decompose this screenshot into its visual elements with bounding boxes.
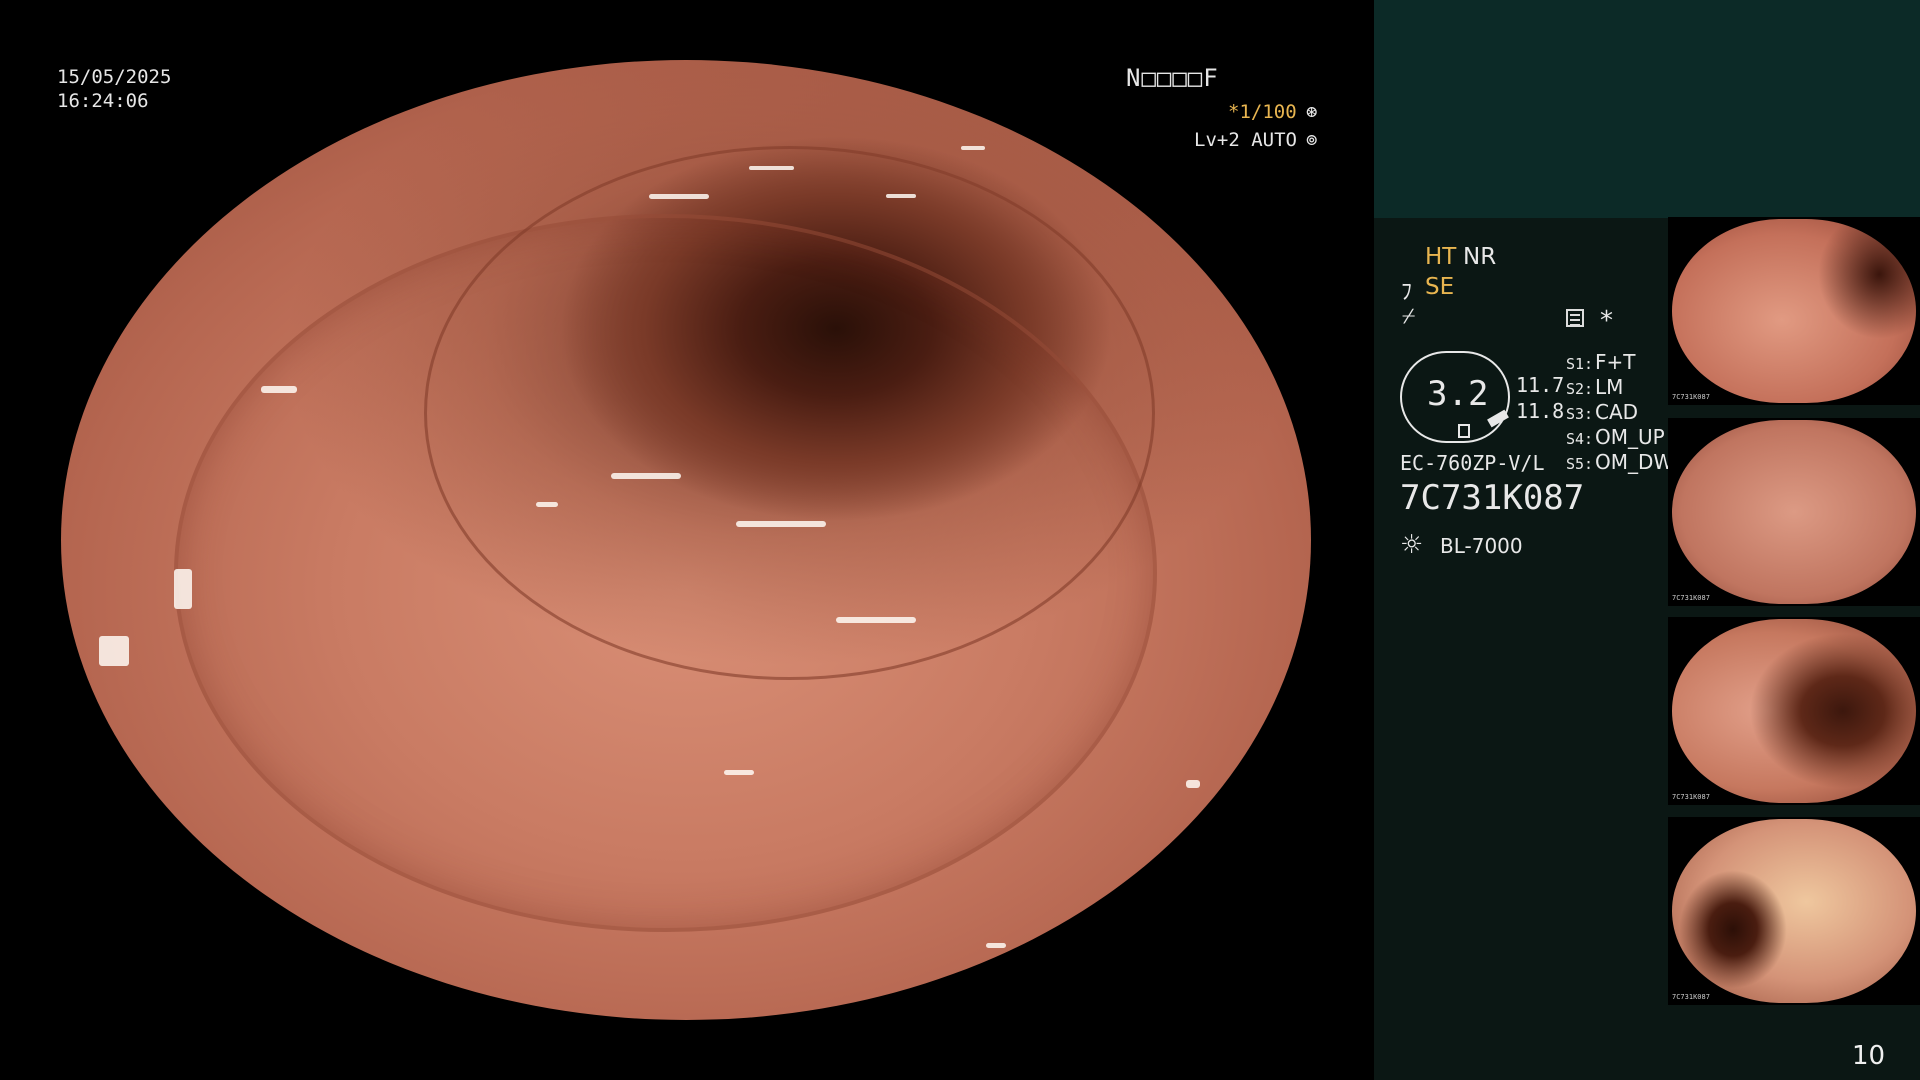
zoom-box-icon xyxy=(1458,424,1470,438)
iris-icon: ⊚ xyxy=(1306,129,1318,151)
shutter-icon: ⊛ xyxy=(1306,101,1318,123)
thumbnail-3[interactable]: 7C731K087 xyxy=(1668,617,1920,805)
setting-value-2: LM xyxy=(1595,375,1624,399)
endoscope-view xyxy=(61,60,1311,1020)
light-source: BL-7000 xyxy=(1440,534,1523,558)
setting-key-5: S5: xyxy=(1566,455,1594,473)
scope-model: EC-760ZP-V/L xyxy=(1400,451,1545,475)
measure-value-2: 11.8 xyxy=(1516,399,1565,423)
setting-value-1: F+T xyxy=(1595,350,1636,374)
freeze-icon: ⌿ xyxy=(1402,304,1416,329)
thumbnail-label: 7C731K087 xyxy=(1672,993,1710,1001)
structure-enhance-icon: ﾌ xyxy=(1401,280,1413,305)
thumbnail-label: 7C731K087 xyxy=(1672,393,1710,401)
mode-code: N□□□□F xyxy=(1126,64,1219,92)
setting-key-4: S4: xyxy=(1566,430,1594,448)
ht-indicator: HT xyxy=(1425,244,1457,270)
setting-key-2: S2: xyxy=(1566,380,1594,398)
menu-icon xyxy=(1566,309,1584,327)
thumbnail-1[interactable]: 7C731K087 xyxy=(1668,217,1920,405)
setting-value-3: CAD xyxy=(1595,400,1639,424)
setting-value-5: OM_DW xyxy=(1595,450,1674,474)
date-readout: 15/05/2025 xyxy=(57,66,172,88)
thumbnail-image xyxy=(1672,420,1916,604)
thumbnail-2[interactable]: 7C731K087 xyxy=(1668,418,1920,606)
time-readout: 16:24:06 xyxy=(57,90,149,112)
panel-header-area xyxy=(1374,0,1920,218)
thumbnail-image xyxy=(1672,219,1916,403)
thumbnail-label: 7C731K087 xyxy=(1672,793,1710,801)
light-source-icon: ☼ xyxy=(1400,530,1424,560)
star-icon: * xyxy=(1600,306,1613,336)
shutter-speed: *1/100 xyxy=(1228,101,1297,123)
measure-value-1: 11.7 xyxy=(1516,373,1565,397)
scope-serial: 7C731K087 xyxy=(1400,478,1585,518)
colon-lumen-image xyxy=(61,60,1311,1020)
se-indicator: SE xyxy=(1425,274,1455,300)
nr-indicator: NR xyxy=(1463,244,1497,270)
thumbnail-label: 7C731K087 xyxy=(1672,594,1710,602)
thumbnail-image xyxy=(1672,619,1916,803)
zoom-value: 3.2 xyxy=(1427,374,1489,414)
brightness-level: Lv+2 AUTO xyxy=(1194,129,1297,151)
thumbnail-4[interactable]: 7C731K087 xyxy=(1668,817,1920,1005)
setting-key-1: S1: xyxy=(1566,355,1594,373)
setting-key-3: S3: xyxy=(1566,405,1594,423)
thumbnail-image xyxy=(1672,819,1916,1003)
setting-value-4: OM_UP xyxy=(1595,425,1665,449)
page-number: 10 xyxy=(1852,1041,1886,1071)
